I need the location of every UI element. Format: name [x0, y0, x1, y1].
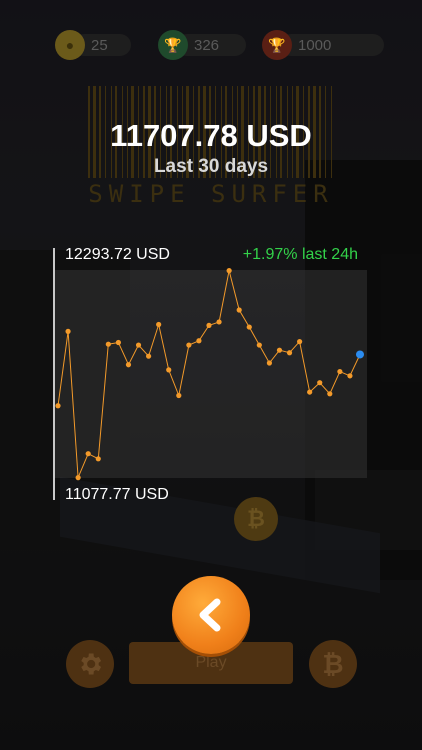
price-point	[125, 362, 132, 368]
price-point	[105, 341, 111, 347]
price-point	[327, 391, 333, 397]
price-line	[57, 270, 361, 478]
chevron-left-icon	[199, 598, 221, 632]
price-point	[307, 389, 313, 395]
trophies-value: 326	[194, 36, 220, 54]
price-point	[95, 456, 101, 462]
bitcoin-coin-icon: ₿	[234, 497, 278, 541]
back-button[interactable]	[172, 576, 250, 654]
price-point	[347, 373, 353, 379]
price-point	[156, 321, 162, 328]
price-point	[236, 307, 242, 313]
coin-icon: ●	[55, 30, 85, 60]
price-point	[206, 322, 212, 328]
coins-value: 25	[91, 36, 108, 54]
price-point	[256, 342, 262, 348]
price-point	[297, 339, 303, 345]
price-point	[286, 350, 293, 356]
trophy-icon: 🏆	[262, 30, 292, 60]
price-point	[176, 392, 182, 399]
price-point	[246, 324, 252, 330]
settings-button[interactable]	[66, 640, 114, 688]
price-point	[65, 328, 71, 334]
price-point	[186, 342, 192, 348]
price-point	[337, 368, 343, 375]
price-point	[55, 403, 61, 409]
price-point	[135, 342, 142, 348]
bitcoin-icon: ₿	[322, 648, 344, 679]
price-point	[146, 353, 152, 359]
price-point	[317, 380, 323, 386]
price-point	[276, 347, 283, 353]
price-point	[226, 268, 232, 274]
price-point	[166, 367, 172, 373]
gear-icon	[81, 653, 102, 675]
trophy-icon: 🏆	[158, 30, 188, 60]
best-score-value: 1000	[298, 36, 332, 54]
price-point	[115, 339, 121, 346]
bitcoin-button[interactable]: ₿	[309, 640, 357, 688]
play-label: Play	[195, 654, 227, 671]
price-point	[196, 338, 202, 344]
price-point	[266, 360, 272, 366]
price-point	[216, 319, 222, 325]
price-point	[75, 475, 81, 481]
latest-price-point	[356, 350, 364, 359]
price-point	[85, 451, 91, 457]
